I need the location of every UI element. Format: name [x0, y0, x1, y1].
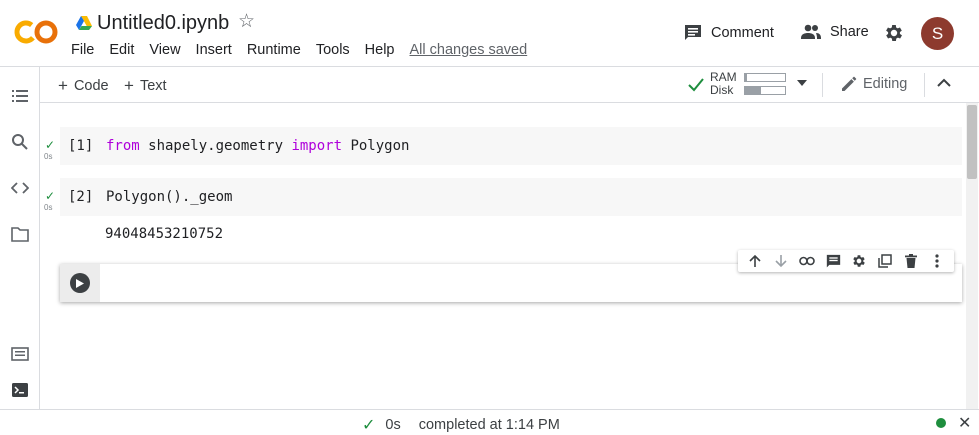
run-cell-button[interactable]: [70, 273, 90, 293]
menu-help[interactable]: Help: [365, 42, 395, 58]
status-bar[interactable]: ✓ 0s completed at 1:14 PM: [362, 415, 560, 435]
status-duration: 0s: [385, 417, 401, 433]
scrollbar-thumb[interactable]: [967, 105, 977, 179]
code-line[interactable]: Polygon()._geom: [106, 189, 232, 205]
cell-toolbar: [738, 250, 954, 272]
comment-label: Comment: [711, 25, 774, 41]
status-message: completed at 1:14 PM: [418, 417, 560, 433]
menu-edit[interactable]: Edit: [109, 42, 134, 58]
status-check-icon: ✓: [362, 417, 376, 434]
pencil-icon: [842, 76, 857, 91]
toolbar-separator: [924, 73, 925, 97]
editing-label: Editing: [863, 76, 908, 92]
add-code-button[interactable]: + Code: [58, 76, 109, 96]
menu-view[interactable]: View: [149, 42, 180, 58]
people-icon: [801, 24, 821, 39]
toolbar-divider: [0, 66, 979, 67]
code-cell[interactable]: [2] Polygon()._geom: [60, 178, 962, 216]
resource-labels[interactable]: RAM Disk: [710, 71, 737, 97]
more-options-icon[interactable]: [928, 252, 946, 270]
settings-gear-icon[interactable]: [883, 22, 905, 44]
cell-prompt: [2]: [68, 189, 94, 205]
menu-tools[interactable]: Tools: [316, 42, 350, 58]
notebook-title[interactable]: Untitled0.ipynb: [97, 12, 229, 35]
disk-usage-fill: [745, 87, 761, 94]
code-token: Polygon: [342, 138, 410, 154]
delete-icon[interactable]: [902, 252, 920, 270]
play-icon: [76, 278, 84, 288]
comment-icon: [685, 25, 701, 40]
code-snippets-icon[interactable]: [11, 179, 29, 197]
menu-insert[interactable]: Insert: [196, 42, 232, 58]
colab-logo[interactable]: [14, 18, 58, 46]
link-icon[interactable]: [798, 252, 816, 270]
add-text-button[interactable]: + Text: [124, 76, 167, 96]
code-cell[interactable]: [1] from shapely.geometry import Polygon: [60, 127, 962, 165]
sidebar-divider: [39, 66, 40, 410]
connected-check-icon: [688, 78, 704, 92]
status-divider: [0, 409, 979, 410]
code-token: from: [106, 138, 140, 154]
cell-output: 94048453210752: [105, 226, 224, 242]
toolbar-bottom-divider: [40, 102, 979, 103]
execution-time: 0s: [44, 203, 53, 212]
add-text-label: Text: [139, 78, 167, 94]
command-palette-icon[interactable]: [11, 345, 29, 363]
ram-usage-bar: [744, 73, 786, 82]
disk-usage-bar: [744, 86, 786, 95]
connection-status-dot: [936, 418, 946, 428]
share-label: Share: [830, 24, 869, 40]
execution-success-icon: ✓: [45, 138, 56, 152]
move-down-icon[interactable]: [772, 252, 790, 270]
share-button[interactable]: Share: [801, 24, 869, 40]
table-of-contents-icon[interactable]: [11, 87, 29, 105]
chevron-up-icon[interactable]: [937, 78, 951, 88]
settings-gear-icon[interactable]: [850, 252, 868, 270]
comment-icon[interactable]: [824, 252, 842, 270]
folder-icon[interactable]: [11, 225, 29, 243]
plus-icon: +: [124, 76, 134, 95]
ram-usage-fill: [745, 74, 747, 81]
code-token: shapely.geometry: [139, 138, 292, 154]
menu-runtime[interactable]: Runtime: [247, 42, 301, 58]
plus-icon: +: [58, 76, 68, 95]
editing-mode-button[interactable]: Editing: [841, 76, 907, 92]
add-code-label: Code: [73, 78, 109, 94]
menu-bar: File Edit View Insert Runtime Tools Help…: [71, 42, 542, 58]
comment-button[interactable]: Comment: [684, 24, 774, 42]
star-icon[interactable]: ☆: [238, 10, 255, 33]
code-line[interactable]: from shapely.geometry import Polygon: [106, 138, 409, 154]
mirror-cell-icon[interactable]: [876, 252, 894, 270]
avatar[interactable]: S: [921, 17, 954, 50]
cell-gutter: [60, 264, 100, 302]
code-token: import: [291, 138, 343, 154]
move-up-icon[interactable]: [746, 252, 764, 270]
drive-icon: [76, 16, 92, 30]
disk-label: Disk: [710, 83, 734, 97]
terminal-icon[interactable]: [11, 381, 29, 399]
search-icon[interactable]: [11, 133, 29, 151]
chevron-down-icon[interactable]: [797, 80, 807, 86]
menu-file[interactable]: File: [71, 42, 94, 58]
cell-prompt: [1]: [68, 138, 94, 154]
execution-success-icon: ✓: [45, 189, 56, 203]
save-status-link[interactable]: All changes saved: [410, 42, 528, 58]
execution-time: 0s: [44, 152, 53, 161]
close-icon[interactable]: ✕: [958, 413, 971, 433]
toolbar-separator: [822, 73, 823, 97]
